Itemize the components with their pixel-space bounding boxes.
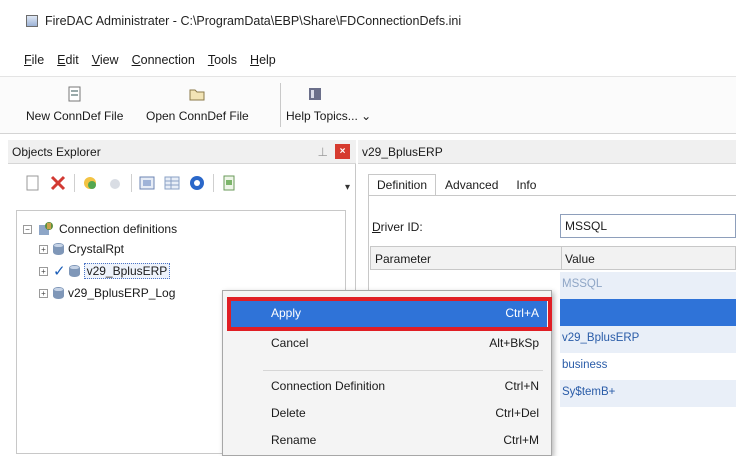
title-bar: FireDAC Administrater - C:\ProgramData\E… xyxy=(0,0,736,42)
app-icon xyxy=(26,15,38,27)
check-icon: ✓ xyxy=(53,263,66,280)
new-item-icon[interactable] xyxy=(24,174,42,192)
menu-item-shortcut: Ctrl+M xyxy=(503,433,539,447)
database-icon xyxy=(53,242,64,256)
parameter-grid-header: Parameter Value xyxy=(370,246,736,270)
tab-info[interactable]: Info xyxy=(507,174,545,196)
window-title: FireDAC Administrater - C:\ProgramData\E… xyxy=(45,14,462,28)
menu-separator xyxy=(263,370,543,371)
tree-root-label: Connection definitions xyxy=(59,222,178,236)
expand-icon[interactable]: + xyxy=(39,266,48,276)
tab-advanced[interactable]: Advanced xyxy=(436,174,507,196)
tree-item-v29-bpluserp[interactable]: + ✓ v29_BplusERP xyxy=(39,261,171,281)
table-icon[interactable] xyxy=(163,174,181,192)
objtools-separator xyxy=(131,174,132,192)
menu-file[interactable]: File xyxy=(24,53,44,67)
grid-icon[interactable] xyxy=(138,174,156,192)
objects-explorer-header: Objects Explorer ⊥ × xyxy=(8,140,356,164)
toolbar-overflow-icon[interactable]: ▾ xyxy=(345,182,350,193)
grid-value-cell[interactable]: business xyxy=(560,353,736,380)
export-icon[interactable] xyxy=(220,174,238,192)
tree-item-label: v29_BplusERP_Log xyxy=(68,286,176,300)
disconnect-icon[interactable] xyxy=(106,174,124,192)
open-conndef-button[interactable]: Open ConnDef File xyxy=(146,77,249,135)
menu-item-label: Connection Definition xyxy=(271,379,386,393)
menu-tools[interactable]: Tools xyxy=(208,53,237,67)
connection-definitions-icon xyxy=(39,222,53,235)
objects-toolbar: ▾ xyxy=(8,168,356,198)
tree-item-v29-bpluserp-log[interactable]: + v29_BplusERP_Log xyxy=(39,283,175,303)
editor-title: v29_BplusERP xyxy=(362,144,443,159)
refresh-icon[interactable] xyxy=(188,174,206,192)
value-column-header[interactable]: Value xyxy=(561,247,595,269)
driver-id-field[interactable]: MSSQL xyxy=(560,214,736,238)
tab-definition[interactable]: Definition xyxy=(368,174,437,196)
help-topics-label: Help Topics... ⌄ xyxy=(286,109,372,123)
collapse-icon[interactable]: − xyxy=(23,224,32,234)
open-file-icon xyxy=(189,89,205,101)
editor-header: v29_BplusERP xyxy=(358,140,736,164)
close-pane-icon[interactable]: × xyxy=(335,144,350,159)
expand-icon[interactable]: + xyxy=(39,288,48,298)
menu-view[interactable]: View xyxy=(92,53,119,67)
menu-item-shortcut: Ctrl+Del xyxy=(495,406,539,420)
editor-tabs: Definition Advanced Info xyxy=(368,174,545,196)
parameter-grid: MSSQL v29_BplusERP business Sy$temB+ xyxy=(560,272,736,456)
grid-value-cell[interactable]: MSSQL xyxy=(560,272,736,299)
tree-item-label: CrystalRpt xyxy=(68,242,125,256)
grid-value-cell[interactable]: Sy$temB+ xyxy=(560,380,736,407)
objtools-separator xyxy=(213,174,214,192)
expand-icon[interactable]: + xyxy=(39,244,48,254)
dropdown-arrow-icon: ⌄ xyxy=(361,109,372,123)
database-icon xyxy=(68,264,80,278)
help-book-icon xyxy=(309,88,321,100)
menu-bar: File Edit View Connection Tools Help xyxy=(24,50,289,70)
open-conndef-label: Open ConnDef File xyxy=(146,109,249,123)
objtools-separator xyxy=(74,174,75,192)
help-topics-button[interactable]: Help Topics... ⌄ xyxy=(286,77,371,135)
pin-icon[interactable]: ⊥ xyxy=(318,145,328,159)
menu-item-label: Rename xyxy=(271,433,317,447)
driver-id-label: Driver ID: xyxy=(372,220,423,234)
menu-item-cancel[interactable]: Cancel Alt+BkSp xyxy=(229,331,547,357)
delete-icon[interactable] xyxy=(49,174,67,192)
menu-item-shortcut: Ctrl+N xyxy=(504,379,539,393)
new-conndef-label: New ConnDef File xyxy=(26,109,124,123)
menu-item-delete[interactable]: Delete Ctrl+Del xyxy=(229,401,547,427)
toolbar-separator xyxy=(280,83,281,127)
objects-explorer-title: Objects Explorer xyxy=(12,144,101,159)
menu-connection[interactable]: Connection xyxy=(132,53,195,67)
tree-item-crystalrpt[interactable]: + CrystalRpt xyxy=(39,239,124,259)
database-icon xyxy=(53,286,64,300)
menu-item-rename[interactable]: Rename Ctrl+M xyxy=(229,428,547,454)
grid-value-cell-selected[interactable] xyxy=(560,299,736,326)
menu-item-label: Cancel xyxy=(271,336,309,350)
connect-icon[interactable] xyxy=(81,174,99,192)
toolbar: New ConnDef File Open ConnDef File Help … xyxy=(0,76,736,134)
menu-item-label: Delete xyxy=(271,406,306,420)
parameter-column-header[interactable]: Parameter xyxy=(371,247,431,269)
grid-value-cell[interactable]: v29_BplusERP xyxy=(560,326,736,353)
tree-item-label: v29_BplusERP xyxy=(83,263,171,279)
menu-item-connection-definition[interactable]: Connection Definition Ctrl+N xyxy=(229,374,547,400)
menu-edit[interactable]: Edit xyxy=(57,53,79,67)
menu-help[interactable]: Help xyxy=(250,53,276,67)
menu-item-shortcut: Alt+BkSp xyxy=(489,336,539,350)
annotation-highlight-box xyxy=(227,297,552,331)
tree-root[interactable]: − Connection definitions xyxy=(23,219,177,239)
new-file-icon xyxy=(68,86,81,102)
new-conndef-button[interactable]: New ConnDef File xyxy=(26,77,123,135)
